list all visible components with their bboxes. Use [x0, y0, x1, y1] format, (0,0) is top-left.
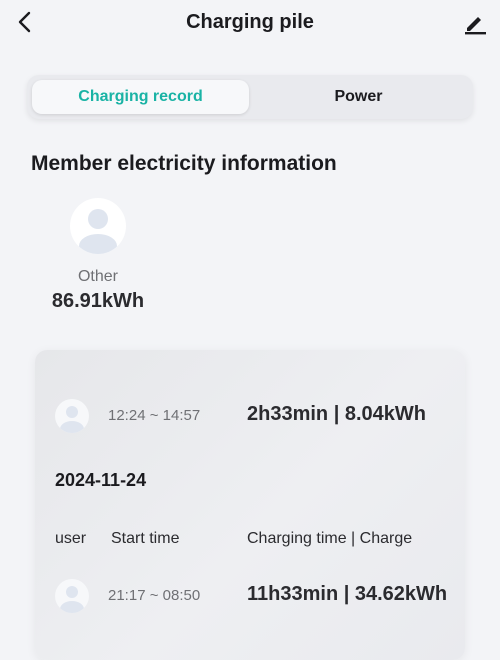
- tab-power[interactable]: Power: [249, 80, 468, 114]
- user-avatar-icon: [55, 579, 89, 613]
- column-header-start-time: Start time: [111, 530, 180, 547]
- member-name: Other: [77, 268, 118, 285]
- member-electricity-value: 86.91kWh: [51, 290, 145, 312]
- column-header-charge: Charging time | Charge: [247, 530, 413, 547]
- top-bar: Charging pile: [0, 0, 500, 48]
- record-time-range: 12:24 ~ 14:57: [108, 407, 201, 424]
- user-avatar-icon: [55, 399, 89, 433]
- record-row[interactable]: 21:17 ~ 08:50 11h33min | 34.62kWh: [35, 579, 495, 619]
- member-item[interactable]: Other 86.91kWh: [40, 198, 156, 313]
- record-summary: 11h33min | 34.62kWh: [247, 583, 448, 605]
- page-title: Charging pile: [186, 11, 314, 33]
- user-avatar-icon: [70, 198, 126, 254]
- record-row[interactable]: 12:24 ~ 14:57 2h33min | 8.04kWh: [35, 399, 495, 439]
- tab-bar: Charging record Power: [27, 75, 473, 119]
- section-title: Member electricity information: [31, 152, 337, 175]
- pencil-icon[interactable]: [462, 10, 488, 36]
- column-header-user: user: [55, 530, 87, 547]
- tab-charging-record[interactable]: Charging record: [32, 80, 249, 114]
- record-summary: 2h33min | 8.04kWh: [247, 403, 426, 425]
- charging-record-card: 12:24 ~ 14:57 2h33min | 8.04kWh 2024-11-…: [35, 350, 465, 660]
- record-time-range: 21:17 ~ 08:50: [108, 587, 201, 604]
- record-date: 2024-11-24: [55, 470, 147, 490]
